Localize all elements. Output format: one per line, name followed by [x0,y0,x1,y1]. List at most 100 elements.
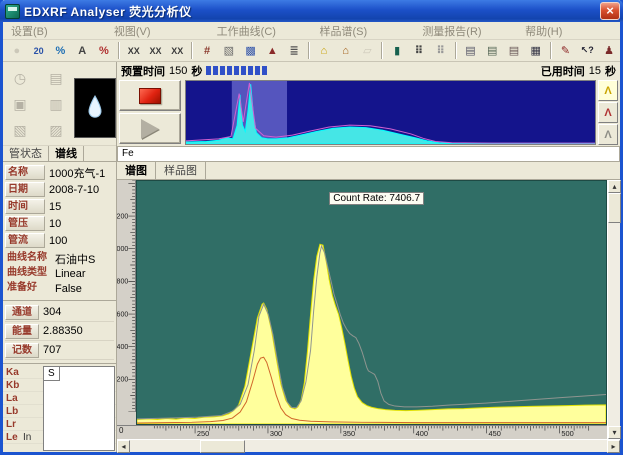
param-row-date: 日期 2008-7-10 [5,181,114,198]
context-help-icon[interactable]: ↖? [577,41,597,60]
x-tick-label: 300 [270,429,282,438]
param-row-energy: 能量 2.88350 [5,322,114,341]
peak-yellow-button[interactable]: Λ [598,80,618,101]
menu-measure-report[interactable]: 测量报告(R) [414,22,517,40]
spectrum-canvas[interactable] [137,181,606,424]
param-label: 能量 [5,324,39,339]
selected-elements-list[interactable]: S [43,366,115,451]
exit-icon[interactable]: ♟ [599,41,619,60]
line-label: Lr [3,419,23,430]
param-value: False [55,283,82,295]
element-indicator[interactable]: Fe [117,146,620,162]
print-setup-icon[interactable]: ▤ [482,41,502,60]
help-book-icon[interactable]: ✎ [556,41,576,60]
menu-bar: 设置(B) 视图(V) 工作曲线(C) 样品谱(S) 测量报告(R) 帮助(H) [3,22,620,40]
param-value: 2.88350 [39,325,83,337]
tab-tube-status[interactable]: 管状态 [3,145,49,161]
param-value: 1000充气-1 [45,165,105,181]
line-label: Le [3,432,23,443]
percent-sub-icon[interactable]: % [94,41,114,60]
tab-sample-chart[interactable]: 样品图 [156,161,206,179]
x-tick-label: 400 [416,429,428,438]
horizontal-scrollbar[interactable]: ◂ ▸ [117,439,620,452]
peak-red-button[interactable]: Λ [598,102,618,123]
param-label: 曲线类型 [5,266,55,281]
cursor-info-table: 通道 304 能量 2.88350 记数 707 [3,300,116,360]
selected-element-chip[interactable]: S [43,366,60,381]
param-row-time: 时间 15 [5,198,114,215]
sample-new-icon[interactable]: XX [124,41,144,60]
copy-icon: ▱ [357,41,377,60]
progress-segment [234,66,239,75]
start-button[interactable] [119,113,181,144]
param-value: 10 [45,218,61,230]
font-style-icon[interactable]: A [72,41,92,60]
scroll-right-button[interactable]: ▸ [607,440,620,453]
menu-sample-spectrum[interactable]: 样品谱(S) [311,22,414,40]
notebook-icon[interactable]: ▮ [387,41,407,60]
stop-button[interactable] [119,80,181,111]
app-icon [5,4,20,19]
progress-segment [220,66,225,75]
param-value: 707 [39,344,61,356]
tab-spectral-line[interactable]: 谱线 [49,145,84,161]
y-tick-label: 800 [117,278,128,286]
peak-triangle-icon[interactable]: ▲ [262,41,282,60]
x-ruler-ticks [154,426,588,433]
preset-time-label: 预置时间 [121,63,165,79]
elapsed-time-value: 15 [589,65,601,77]
percent-square-icon[interactable]: % [51,41,71,60]
print-icon[interactable]: ▤ [461,41,481,60]
calculator-icon[interactable]: ▦ [526,41,546,60]
toolbar-separator [381,42,383,59]
chart-view-icon[interactable]: ▩ [241,41,261,60]
acquisition-buttons [119,80,185,145]
tab-spectrum-chart[interactable]: 谱图 [117,161,156,179]
grid-icon[interactable]: # [197,41,217,60]
region-select-icon[interactable]: ▧ [219,41,239,60]
scroll-down-button[interactable]: ▾ [608,426,621,439]
list-icon[interactable]: ⠿ [409,41,429,60]
progress-segment [227,66,232,75]
menu-view[interactable]: 视图(V) [106,22,209,40]
play-icon [141,119,159,139]
param-row-counts: 记数 707 [5,341,114,360]
menu-help[interactable]: 帮助(H) [517,22,620,40]
scroll-up-button[interactable]: ▴ [608,180,621,193]
scroll-left-button[interactable]: ◂ [117,440,130,453]
vertical-scroll-track[interactable] [608,223,620,426]
list-alt-icon[interactable]: ⠿ [431,41,451,60]
spectrum-preview[interactable] [185,80,596,145]
param-label: 日期 [5,182,45,197]
param-label: 通道 [5,305,39,320]
param-label: 曲线名称 [5,251,55,266]
tube-control-area: ◷▤▣▥▧▨ [3,62,116,146]
sample-del-icon[interactable]: XX [146,41,166,60]
spectrum-plot[interactable]: Count Rate: 7406.7 [136,180,607,425]
param-value: 15 [45,201,61,213]
vertical-scroll-thumb[interactable] [608,193,621,223]
progress-segment [248,66,253,75]
y-tick-label: 400 [117,343,128,351]
progress-segment [206,66,211,75]
y-tick-label: 1200 [117,212,128,220]
sample-edit-icon[interactable]: XX [167,41,187,60]
toolbar-separator [308,42,310,59]
menu-settings[interactable]: 设置(B) [3,22,106,40]
param-row-name: 名称 1000充气-1 [5,164,114,181]
spectrum-preview-plot[interactable] [186,81,595,144]
scale-lines-icon[interactable]: ≣ [284,41,304,60]
print-preview-icon[interactable]: ▤ [504,41,524,60]
horizontal-scroll-thumb[interactable] [200,440,245,453]
close-button[interactable]: × [600,2,620,20]
home-return-icon[interactable]: ⌂ [336,41,356,60]
menu-working-curve[interactable]: 工作曲线(C) [209,22,312,40]
peak-gray-button[interactable]: Λ [598,124,618,145]
param-row-ready: 准备好 False [5,281,114,296]
number-20-icon[interactable]: 20 [29,41,49,60]
left-tab-strip: 管状态 谱线 [3,146,116,162]
vertical-scrollbar[interactable]: ▴ ▾ [607,180,620,439]
line-label: Kb [3,380,23,391]
home-icon[interactable]: ⌂ [314,41,334,60]
toolbar-separator [191,42,193,59]
